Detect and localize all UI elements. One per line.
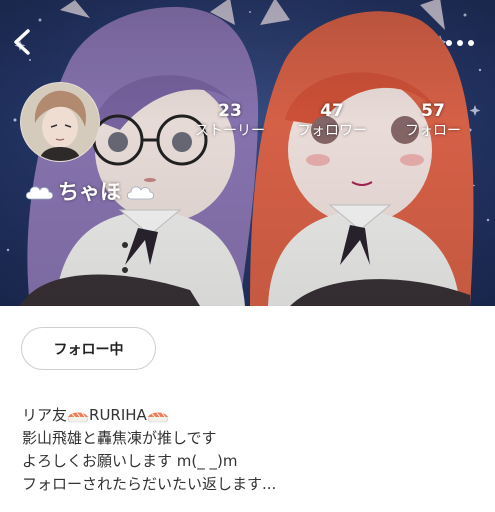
stat-following[interactable]: 57 フォロー: [388, 102, 478, 140]
stat-stories[interactable]: 23 ストーリー: [185, 102, 275, 140]
cloud-icon: [25, 186, 54, 200]
avatar-image: [21, 83, 99, 161]
stat-stories-label: ストーリー: [195, 123, 265, 139]
more-options-button[interactable]: [445, 34, 475, 46]
bio-line-3: よろしくお願いします m(_ _)m: [22, 452, 238, 470]
stat-followers[interactable]: 47 フォロワー: [287, 102, 377, 140]
stat-stories-count: 23: [218, 101, 242, 121]
sushi-icon: [147, 412, 169, 422]
display-name-text: ちゃほ: [58, 180, 121, 204]
profile-cover: 23 ストーリー 47 フォロワー 57 フォロー ちゃほ: [0, 0, 495, 306]
chevron-left-icon: [14, 29, 30, 55]
display-name: ちゃほ: [24, 176, 155, 206]
bio-line-2: 影山飛雄と轟焦凍が推しです: [22, 429, 217, 447]
stat-followers-count: 47: [320, 101, 344, 121]
stat-following-count: 57: [421, 101, 445, 121]
stat-followers-label: フォロワー: [297, 123, 367, 139]
bio-text: RURIHA: [89, 406, 147, 424]
bio: リア友 RURIHA 影山飛雄と轟焦凍が推しです よろしくお願いします m(_ …: [22, 404, 482, 496]
back-button[interactable]: [8, 26, 36, 58]
following-button[interactable]: フォロー中: [21, 327, 156, 370]
bio-text: リア友: [22, 406, 68, 424]
sushi-icon: [67, 412, 89, 422]
cloud-icon: [126, 186, 155, 200]
stat-following-label: フォロー: [405, 123, 461, 139]
bio-line-1: リア友 RURIHA: [22, 404, 482, 427]
more-horizontal-icon: [446, 40, 474, 46]
bio-line-4: フォローされたらだいたい返します...: [22, 475, 277, 493]
avatar[interactable]: [20, 82, 100, 162]
